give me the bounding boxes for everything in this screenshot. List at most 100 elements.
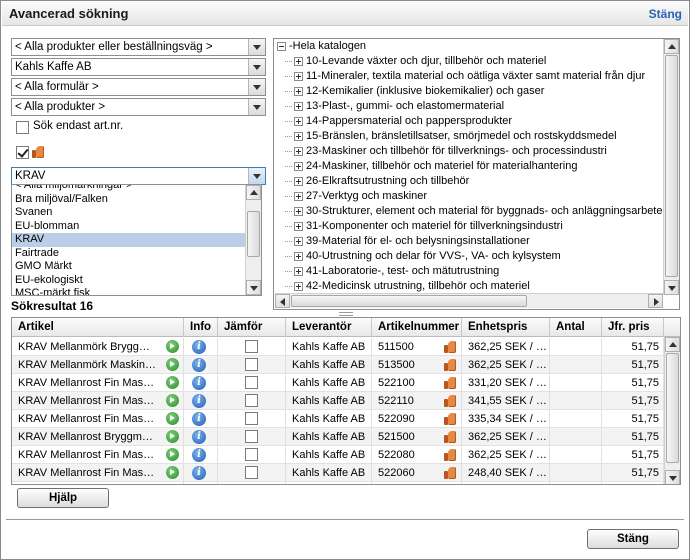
scroll-left-icon[interactable]: [275, 294, 290, 308]
article-name[interactable]: KRAV Mellanrost Fin Maskinbryggt: [18, 374, 158, 392]
env-label-option[interactable]: Fairtrade: [12, 247, 261, 261]
article-name[interactable]: KRAV Mellanrost Bryggmalet: [18, 428, 158, 446]
env-label-option[interactable]: < Alla miljömärkningar >: [12, 185, 261, 193]
scroll-down-icon[interactable]: [246, 280, 261, 295]
expand-icon[interactable]: [294, 221, 303, 231]
info-icon[interactable]: i: [192, 466, 206, 480]
product-channel-select[interactable]: < Alla produkter eller beställningsväg >: [11, 38, 266, 56]
go-arrow-icon[interactable]: [166, 376, 179, 389]
compare-checkbox[interactable]: [245, 376, 258, 389]
expand-icon[interactable]: [294, 71, 303, 81]
env-label-option[interactable]: MSC-märkt fisk: [12, 287, 261, 295]
scroll-up-icon[interactable]: [664, 39, 679, 54]
compare-checkbox[interactable]: [245, 340, 258, 353]
tree-item[interactable]: 39-Material för el- och belysningsinstal…: [285, 234, 530, 249]
table-row[interactable]: KRAV Mellanmörk Bryggmalet i Kahls Kaffe A…: [12, 338, 664, 356]
products-select[interactable]: < Alla produkter >: [11, 98, 266, 116]
article-name[interactable]: KRAV Mellanrost Fin Maskinbryggt: [18, 410, 158, 428]
article-name[interactable]: KRAV Mörkrost Bryggmalet: [18, 482, 158, 484]
article-name[interactable]: KRAV Mellanrost Fin Maskinbryggt: [18, 446, 158, 464]
splitter-handle[interactable]: [339, 312, 353, 316]
expand-icon[interactable]: [294, 236, 303, 246]
go-arrow-icon[interactable]: [166, 484, 179, 485]
chevron-down-icon[interactable]: [248, 168, 265, 184]
go-arrow-icon[interactable]: [166, 466, 179, 479]
table-row[interactable]: KRAV Mellanrost Fin Maskinbryggt i Kahls K…: [12, 374, 664, 392]
expand-icon[interactable]: [294, 116, 303, 126]
column-header[interactable]: Jfr. pris: [602, 318, 664, 337]
info-icon[interactable]: i: [192, 376, 206, 390]
env-label-option[interactable]: KRAV: [12, 233, 261, 247]
article-name[interactable]: KRAV Mellanmörk Maskinbryggt: [18, 356, 158, 374]
close-link[interactable]: Stäng: [649, 7, 682, 21]
compare-checkbox[interactable]: [245, 412, 258, 425]
env-label-option[interactable]: EU-blomman: [12, 220, 261, 234]
close-button[interactable]: Stäng: [587, 529, 679, 549]
supplier-select[interactable]: Kahls Kaffe AB: [11, 58, 266, 76]
compare-checkbox[interactable]: [245, 484, 258, 485]
scroll-up-icon[interactable]: [246, 185, 261, 200]
tree-item[interactable]: 24-Maskiner, tillbehör och materiel för …: [285, 159, 577, 174]
collapse-icon[interactable]: [277, 41, 286, 51]
compare-checkbox[interactable]: [245, 394, 258, 407]
form-select[interactable]: < Alla formulär >: [11, 78, 266, 96]
expand-icon[interactable]: [294, 101, 303, 111]
info-icon[interactable]: i: [192, 484, 206, 485]
info-icon[interactable]: i: [192, 394, 206, 408]
table-row[interactable]: KRAV Mörkrost BryggmaletiKahls Kaffe AB5…: [12, 482, 664, 485]
tree-item[interactable]: 44-Kontorsutrustning och tillbehör: [285, 309, 470, 310]
scroll-up-icon[interactable]: [665, 337, 680, 352]
tree-item[interactable]: 14-Pappersmaterial och pappersprodukter: [285, 114, 512, 129]
tree-item[interactable]: 30-Strukturer, element och material för …: [285, 204, 669, 219]
tree-scrollbar[interactable]: [663, 39, 679, 295]
expand-icon[interactable]: [294, 56, 303, 66]
expand-icon[interactable]: [294, 146, 303, 156]
expand-icon[interactable]: [294, 281, 303, 291]
compare-checkbox[interactable]: [245, 430, 258, 443]
column-header[interactable]: Artikel: [12, 318, 184, 337]
go-arrow-icon[interactable]: [166, 394, 179, 407]
expand-icon[interactable]: [294, 176, 303, 186]
tree-item[interactable]: 41-Laboratorie-, test- och mätutrustning: [285, 264, 499, 279]
info-icon[interactable]: i: [192, 358, 206, 372]
go-arrow-icon[interactable]: [166, 448, 179, 461]
scroll-down-icon[interactable]: [664, 280, 679, 295]
go-arrow-icon[interactable]: [166, 358, 179, 371]
scroll-thumb[interactable]: [291, 295, 527, 307]
scroll-thumb[interactable]: [247, 211, 260, 257]
table-row[interactable]: KRAV Mellanrost Bryggmalet i Kahls Kaffe A…: [12, 428, 664, 446]
column-header[interactable]: Artikelnummer: [372, 318, 462, 337]
go-arrow-icon[interactable]: [166, 340, 179, 353]
article-name[interactable]: KRAV Mellanrost Fin Maskinbryggt: [18, 464, 158, 482]
expand-icon[interactable]: [294, 191, 303, 201]
info-icon[interactable]: i: [192, 340, 206, 354]
article-name[interactable]: KRAV Mellanrost Fin Maskinbryggt: [18, 392, 158, 410]
column-header[interactable]: Leverantör: [286, 318, 372, 337]
art-only-checkbox[interactable]: [16, 121, 29, 134]
tree-item[interactable]: 23-Maskiner och tillbehör för tillverkni…: [285, 144, 607, 159]
tree-item[interactable]: 13-Plast-, gummi- och elastomermaterial: [285, 99, 504, 114]
tree-item[interactable]: 31-Komponenter och materiel för tillverk…: [285, 219, 563, 234]
dropdown-scrollbar[interactable]: [245, 185, 261, 295]
info-icon[interactable]: i: [192, 412, 206, 426]
grid-scrollbar[interactable]: [664, 337, 680, 484]
compare-checkbox[interactable]: [245, 466, 258, 479]
env-label-select[interactable]: KRAV: [11, 167, 266, 185]
env-label-option[interactable]: Bra miljöval/Falken: [12, 193, 261, 207]
column-header[interactable]: Antal: [550, 318, 602, 337]
info-icon[interactable]: i: [192, 448, 206, 462]
tree-item[interactable]: 42-Medicinsk utrustning, tillbehör och m…: [285, 279, 530, 294]
tree-item[interactable]: 40-Utrustning och delar för VVS-, VA- oc…: [285, 249, 561, 264]
expand-icon[interactable]: [294, 251, 303, 261]
chevron-down-icon[interactable]: [248, 39, 265, 55]
help-button[interactable]: Hjälp: [17, 488, 109, 508]
article-name[interactable]: KRAV Mellanmörk Bryggmalet: [18, 338, 158, 356]
tree-root[interactable]: -Hela katalogen: [277, 39, 366, 54]
tree-item[interactable]: 27-Verktyg och maskiner: [285, 189, 427, 204]
expand-icon[interactable]: [294, 266, 303, 276]
table-row[interactable]: KRAV Mellanrost Fin Maskinbryggt i Kahls K…: [12, 464, 664, 482]
scroll-thumb[interactable]: [666, 353, 679, 463]
column-header[interactable]: Jämför: [218, 318, 286, 337]
scroll-down-icon[interactable]: [665, 470, 680, 484]
tree-item[interactable]: 15-Bränslen, bränsletillsatser, smörjmed…: [285, 129, 617, 144]
